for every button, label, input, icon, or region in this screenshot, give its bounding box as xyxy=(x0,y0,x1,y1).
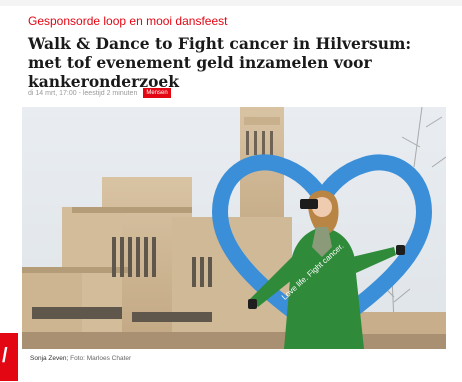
article-photo[interactable]: Love life. Fight cancer. xyxy=(22,107,446,349)
article-headline[interactable]: Walk & Dance to Fight cancer in Hilversu… xyxy=(28,34,448,91)
news-article: Gesponsorde loop en mooi dansfeest Walk … xyxy=(0,0,462,382)
binoculars xyxy=(300,199,318,209)
caption-credit: Foto: Marloes Chater xyxy=(70,355,132,362)
top-bar xyxy=(0,0,462,6)
brand-logo-icon[interactable]: / xyxy=(0,333,18,381)
article-kicker[interactable]: Gesponsorde loop en mooi dansfeest xyxy=(28,14,227,28)
caption-name: Sonja Zeven; xyxy=(30,355,69,362)
ground-wall xyxy=(22,332,446,349)
category-badge[interactable]: Mensen xyxy=(143,88,171,98)
photo-caption: Sonja Zeven; Foto: Marloes Chater xyxy=(30,355,131,362)
article-meta: di 14 mrt, 17:00 - leestijd 2 minuten Me… xyxy=(28,88,171,98)
article-date: di 14 mrt, 17:00 - leestijd 2 minuten xyxy=(28,89,138,97)
photo-illustration xyxy=(22,107,446,349)
